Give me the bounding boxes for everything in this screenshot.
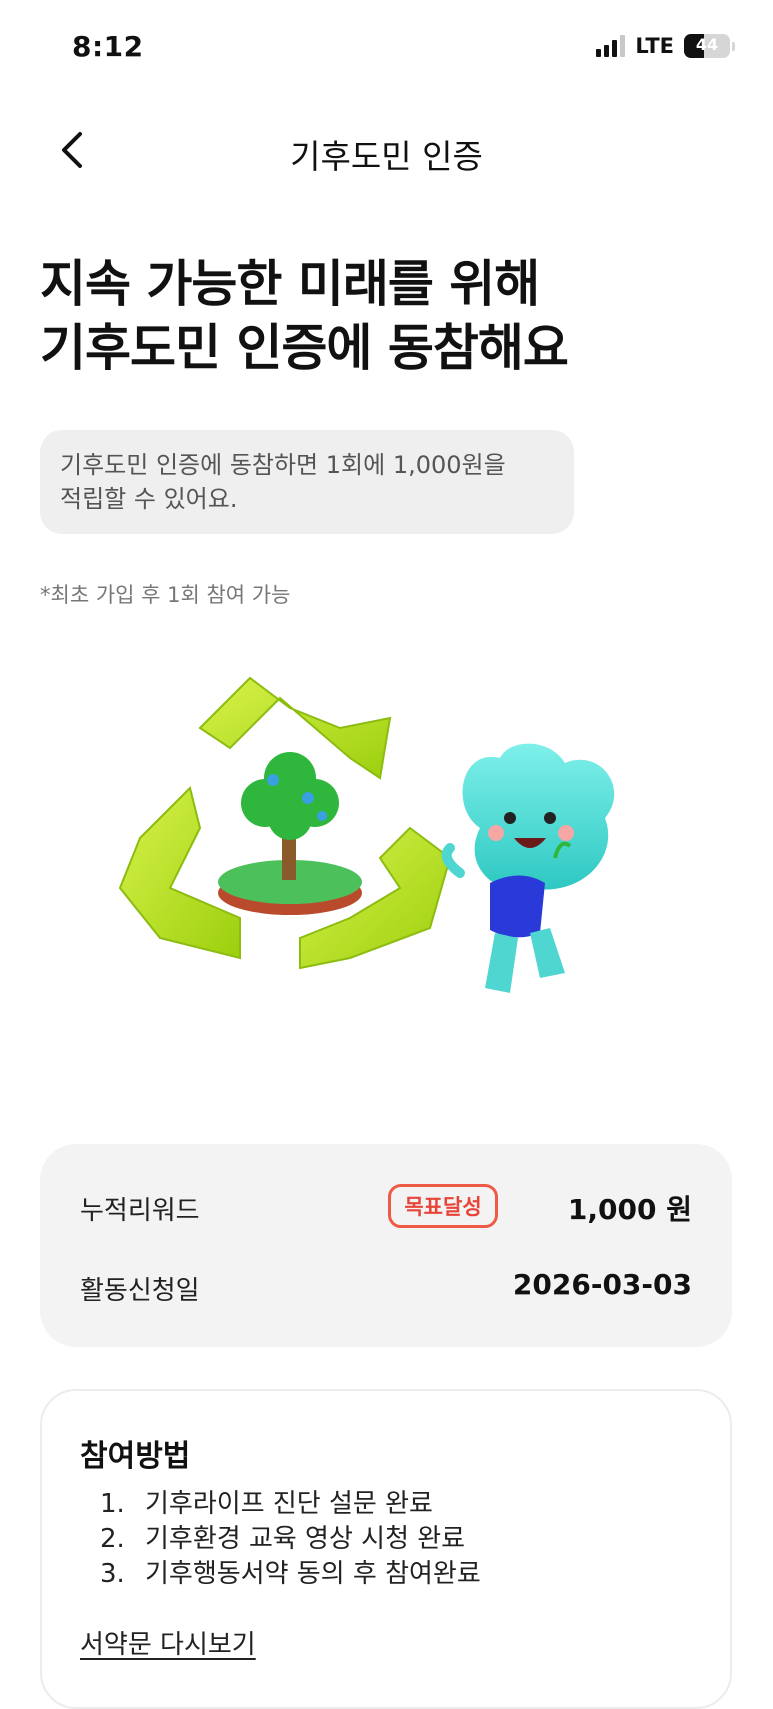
participation-method-card: 참여방법 1. 기후라이프 진단 설문 완료 2. 기후환경 교육 영상 시청 완료… <box>40 1389 732 1709</box>
recycle-mascot-illustration <box>118 676 615 993</box>
application-date-value: 2026-03-03 <box>512 1268 692 1301</box>
mascot-icon <box>441 743 615 993</box>
method-title: 참여방법 <box>80 1439 191 1474</box>
method-step: 2. 기후환경 교육 영상 시청 완료 <box>100 1524 466 1554</box>
method-steps: 1. 기후라이프 진단 설문 완료 2. 기후환경 교육 영상 시청 완료 3. 기후… <box>100 1487 481 1592</box>
notice-line-1: 기후도민 인증에 동참하면 1회에 1,000원을 <box>60 451 506 479</box>
network-label: LTE <box>635 34 674 58</box>
status-indicators: LTE 44 <box>596 34 735 58</box>
hero-line-1: 지속 가능한 미래를 위해 <box>40 255 540 313</box>
battery-icon: 44 <box>684 34 730 58</box>
status-bar: 8:12 LTE 44 <box>0 0 773 100</box>
reward-notice: 기후도민 인증에 동참하면 1회에 1,000원을 적립할 수 있어요. <box>40 430 574 534</box>
top-nav: 기후도민 인증 <box>0 110 773 190</box>
footnote: *최초 가입 후 1회 참여 가능 <box>40 583 291 607</box>
method-step: 3. 기후행동서약 동의 후 참여완료 <box>100 1559 481 1589</box>
application-date-label: 활동신청일 <box>80 1276 200 1306</box>
method-step: 1. 기후라이프 진단 설문 완료 <box>100 1489 433 1519</box>
status-time: 8:12 <box>72 30 144 63</box>
hero-line-2: 기후도민 인증에 동참해요 <box>40 319 569 377</box>
notice-line-2: 적립할 수 있어요. <box>60 485 238 513</box>
goal-achieved-badge: 목표달성 <box>388 1184 498 1228</box>
reward-label: 누적리워드 <box>80 1196 200 1226</box>
battery-tip <box>732 41 735 51</box>
signal-icon <box>596 35 626 57</box>
reward-summary-card: 누적리워드 목표달성 1,000 원 활동신청일 2026-03-03 <box>40 1144 732 1347</box>
tree-icon <box>241 752 339 840</box>
reward-value: 1,000 원 <box>567 1193 692 1226</box>
page-title: 기후도민 인증 <box>290 137 483 176</box>
hero-headline: 지속 가능한 미래를 위해 기후도민 인증에 동참해요 <box>40 252 569 380</box>
view-pledge-link[interactable]: 서약문 다시보기 <box>80 1624 256 1661</box>
battery-level: 44 <box>695 35 719 54</box>
